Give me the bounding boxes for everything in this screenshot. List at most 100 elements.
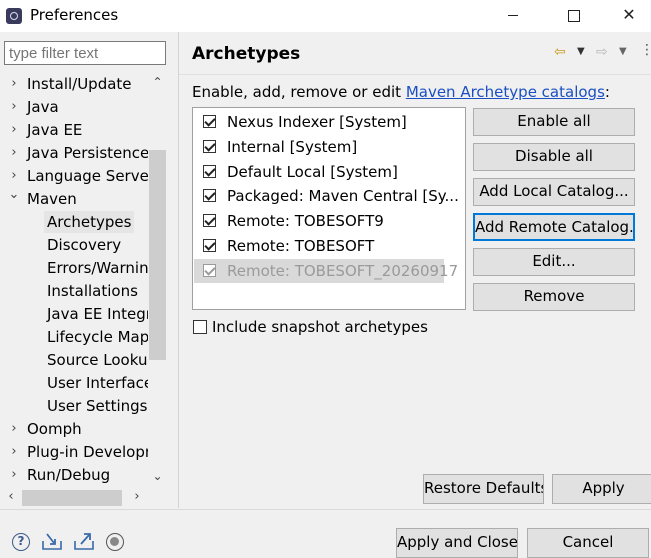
- back-menu-icon[interactable]: ▼: [577, 46, 585, 57]
- chevron-right-icon[interactable]: ›: [7, 73, 21, 95]
- filter-input[interactable]: [4, 41, 166, 65]
- tree-item[interactable]: › Java Persistence: [0, 142, 148, 164]
- tree-item[interactable]: User Interface: [0, 372, 148, 394]
- include-snapshot-checkbox[interactable]: [193, 320, 207, 334]
- minimize-icon: [508, 15, 518, 16]
- tree-item[interactable]: ⌄ Maven: [0, 187, 148, 210]
- description-text: Enable, add, remove or edit: [192, 83, 406, 101]
- tree-item[interactable]: User Settings: [0, 395, 148, 417]
- catalog-label: Nexus Indexer [System]: [227, 113, 407, 131]
- tree-item-label: Install/Update: [27, 75, 132, 93]
- description-suffix: :: [604, 83, 610, 101]
- preference-tree[interactable]: › Install/Update › Java › Java EE › Java Persis…: [0, 72, 148, 484]
- tree-item-label: Installations: [47, 282, 138, 300]
- enable-all-button[interactable]: Enable all: [473, 108, 635, 136]
- record-icon[interactable]: [106, 533, 124, 551]
- apply-button[interactable]: Apply: [552, 474, 651, 504]
- catalog-checkbox[interactable]: [203, 263, 216, 277]
- app-icon: [6, 8, 22, 24]
- tree-vertical-scroll-thumb[interactable]: [149, 150, 166, 360]
- tree-item-label: Java: [27, 98, 59, 116]
- minimize-button[interactable]: [490, 0, 536, 32]
- remove-button[interactable]: Remove: [473, 283, 635, 311]
- tree-item-label: Errors/Warnings: [47, 259, 148, 277]
- tree-item-label: Java EE Integration: [47, 305, 148, 323]
- back-arrow-icon[interactable]: ⇦: [554, 44, 566, 60]
- chevron-right-icon[interactable]: ›: [7, 142, 21, 164]
- pane-divider[interactable]: [178, 32, 179, 508]
- catalog-row[interactable]: Packaged: Maven Central [Sy...: [194, 184, 459, 208]
- archetype-catalogs-link[interactable]: Maven Archetype catalogs: [406, 83, 605, 101]
- tree-item[interactable]: › Java EE: [0, 119, 148, 141]
- tree-item[interactable]: Source Lookup: [0, 349, 148, 371]
- tree-item[interactable]: › Plug-in Development: [0, 441, 148, 463]
- view-menu-icon[interactable]: ⋮: [640, 42, 651, 58]
- catalog-row[interactable]: Remote: TOBESOFT_20260917: [194, 258, 458, 283]
- tree-item-label: Source Lookup: [47, 351, 148, 369]
- tree-item[interactable]: › Java: [0, 96, 148, 118]
- tree-item[interactable]: Installations: [0, 280, 148, 302]
- catalog-checkbox[interactable]: [203, 239, 216, 252]
- catalog-row[interactable]: Nexus Indexer [System]: [194, 110, 444, 134]
- catalog-row[interactable]: Internal [System]: [194, 135, 444, 159]
- tree-item-label: Run/Debug: [27, 466, 111, 484]
- close-icon: ✕: [622, 5, 636, 24]
- chevron-right-icon[interactable]: ›: [7, 418, 21, 440]
- tree-item[interactable]: › Install/Update: [0, 73, 148, 95]
- catalog-list[interactable]: Nexus Indexer [System] Internal [System] D…: [192, 107, 466, 310]
- tree-item-label: User Interface: [47, 374, 148, 392]
- tree-item[interactable]: Errors/Warnings: [0, 257, 148, 279]
- scroll-right-icon[interactable]: ›: [128, 487, 146, 507]
- catalog-checkbox[interactable]: [203, 139, 216, 153]
- edit-button[interactable]: Edit...: [473, 248, 635, 276]
- tree-item[interactable]: › Run/Debug: [0, 464, 148, 484]
- tree-item-label: Plug-in Development: [27, 443, 148, 461]
- scroll-up-icon[interactable]: ⌃: [148, 72, 167, 92]
- scroll-left-icon[interactable]: ‹: [2, 487, 20, 507]
- tree-item[interactable]: Java EE Integration: [0, 303, 148, 325]
- chevron-right-icon[interactable]: ›: [7, 96, 21, 118]
- window-title: Preferences: [30, 6, 119, 24]
- catalog-label: Remote: TOBESOFT_20260917: [227, 261, 459, 280]
- forward-arrow-icon[interactable]: ⇨: [596, 44, 608, 60]
- forward-menu-icon[interactable]: ▼: [619, 46, 627, 57]
- catalog-label: Remote: TOBESOFT: [227, 237, 375, 255]
- tree-item[interactable]: › Oomph: [0, 418, 148, 440]
- tree-item-label: User Settings: [47, 397, 148, 415]
- maximize-button[interactable]: [551, 0, 597, 32]
- catalog-row[interactable]: Remote: TOBESOFT: [194, 234, 444, 258]
- chevron-right-icon[interactable]: ›: [7, 119, 21, 141]
- chevron-right-icon[interactable]: ›: [7, 441, 21, 463]
- catalog-row[interactable]: Default Local [System]: [194, 160, 444, 184]
- catalog-label: Packaged: Maven Central [Sy...: [227, 187, 459, 206]
- tree-item[interactable]: Discovery: [0, 234, 148, 256]
- tree-horizontal-scroll-thumb[interactable]: [22, 490, 122, 506]
- cancel-button[interactable]: Cancel: [527, 528, 649, 558]
- import-icon[interactable]: [41, 531, 63, 551]
- apply-and-close-button[interactable]: Apply and Close: [396, 528, 518, 558]
- catalog-label: Default Local [System]: [227, 162, 398, 181]
- chevron-down-icon[interactable]: ⌄: [7, 184, 21, 206]
- help-icon[interactable]: ?: [12, 533, 30, 551]
- catalog-checkbox[interactable]: [203, 189, 216, 203]
- chevron-right-icon[interactable]: ›: [7, 464, 21, 484]
- tree-item[interactable]: Archetypes: [0, 211, 148, 233]
- tree-item[interactable]: Lifecycle Mappings: [0, 326, 148, 348]
- disable-all-button[interactable]: Disable all: [473, 143, 635, 171]
- catalog-checkbox[interactable]: [203, 115, 216, 128]
- tree-item-label: Maven: [27, 190, 77, 208]
- catalog-row[interactable]: Remote: TOBESOFT9: [194, 209, 444, 233]
- catalog-label: Remote: TOBESOFT9: [227, 212, 384, 231]
- catalog-label: Internal [System]: [227, 137, 358, 156]
- add-local-catalog-button[interactable]: Add Local Catalog...: [473, 178, 635, 206]
- tree-item[interactable]: ›Language Servers: [0, 165, 148, 187]
- scroll-down-icon[interactable]: ⌄: [148, 466, 167, 486]
- close-button[interactable]: ✕: [606, 0, 651, 32]
- page-title: Archetypes: [192, 44, 301, 64]
- restore-defaults-button[interactable]: Restore Defaults: [423, 474, 544, 504]
- catalog-checkbox[interactable]: [203, 164, 216, 178]
- catalog-checkbox[interactable]: [203, 214, 216, 228]
- add-remote-catalog-button[interactable]: Add Remote Catalog...: [473, 213, 635, 241]
- export-icon[interactable]: [73, 531, 95, 551]
- tree-item-label: Oomph: [27, 420, 82, 438]
